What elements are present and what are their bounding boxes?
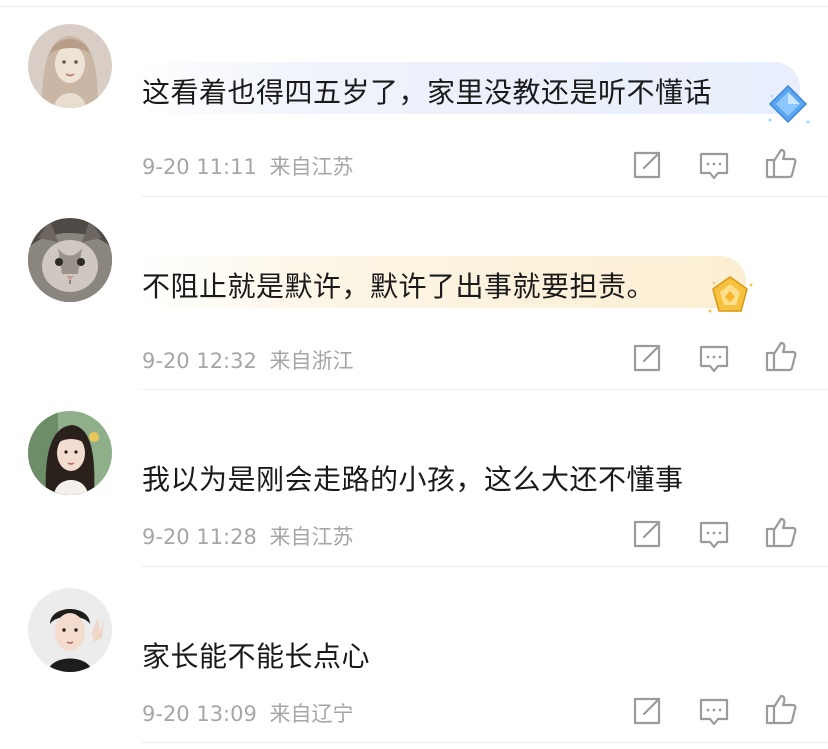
share-icon[interactable] [630,341,664,375]
top-divider [0,0,828,7]
user-avatar[interactable] [28,411,112,495]
user-avatar[interactable] [28,218,112,302]
user-avatar[interactable] [28,24,112,108]
comment-divider [142,389,828,390]
comment-meta: 9-20 13:09 来自辽宁 [142,698,354,728]
like-icon[interactable] [764,692,798,726]
comment-text: 家长能不能长点心 [142,640,371,673]
reply-icon[interactable] [697,694,731,728]
comment-date: 9-20 12:32 [142,349,257,373]
user-avatar[interactable] [28,588,112,672]
comment-location: 来自辽宁 [269,702,354,726]
share-icon[interactable] [630,517,664,551]
comment-meta: 9-20 11:28 来自江苏 [142,521,354,551]
comment-divider [142,566,828,567]
comment-divider [142,742,828,743]
comment-meta: 9-20 11:11 来自江苏 [142,151,354,181]
diamond-badge-icon [762,80,814,132]
reply-icon[interactable] [697,341,731,375]
comment-location: 来自浙江 [269,349,354,373]
comment-text: 我以为是刚会走路的小孩，这么大还不懂事 [142,463,684,496]
comment-text: 不阻止就是默许，默许了出事就要担责。 [142,270,656,303]
comment-divider [142,196,828,197]
comment-date: 9-20 11:11 [142,155,257,179]
comment-meta: 9-20 12:32 来自浙江 [142,345,354,375]
comment-location: 来自江苏 [269,525,354,549]
share-icon[interactable] [630,694,664,728]
like-icon[interactable] [764,339,798,373]
comment-text: 这看着也得四五岁了，家里没教还是听不懂话 [142,76,713,109]
comment-date: 9-20 13:09 [142,702,257,726]
like-icon[interactable] [764,515,798,549]
like-icon[interactable] [764,146,798,180]
comment-date: 9-20 11:28 [142,525,257,549]
share-icon[interactable] [630,148,664,182]
reply-icon[interactable] [697,517,731,551]
reply-icon[interactable] [697,148,731,182]
comment-location: 来自江苏 [269,155,354,179]
gold-crown-badge-icon [704,271,756,323]
